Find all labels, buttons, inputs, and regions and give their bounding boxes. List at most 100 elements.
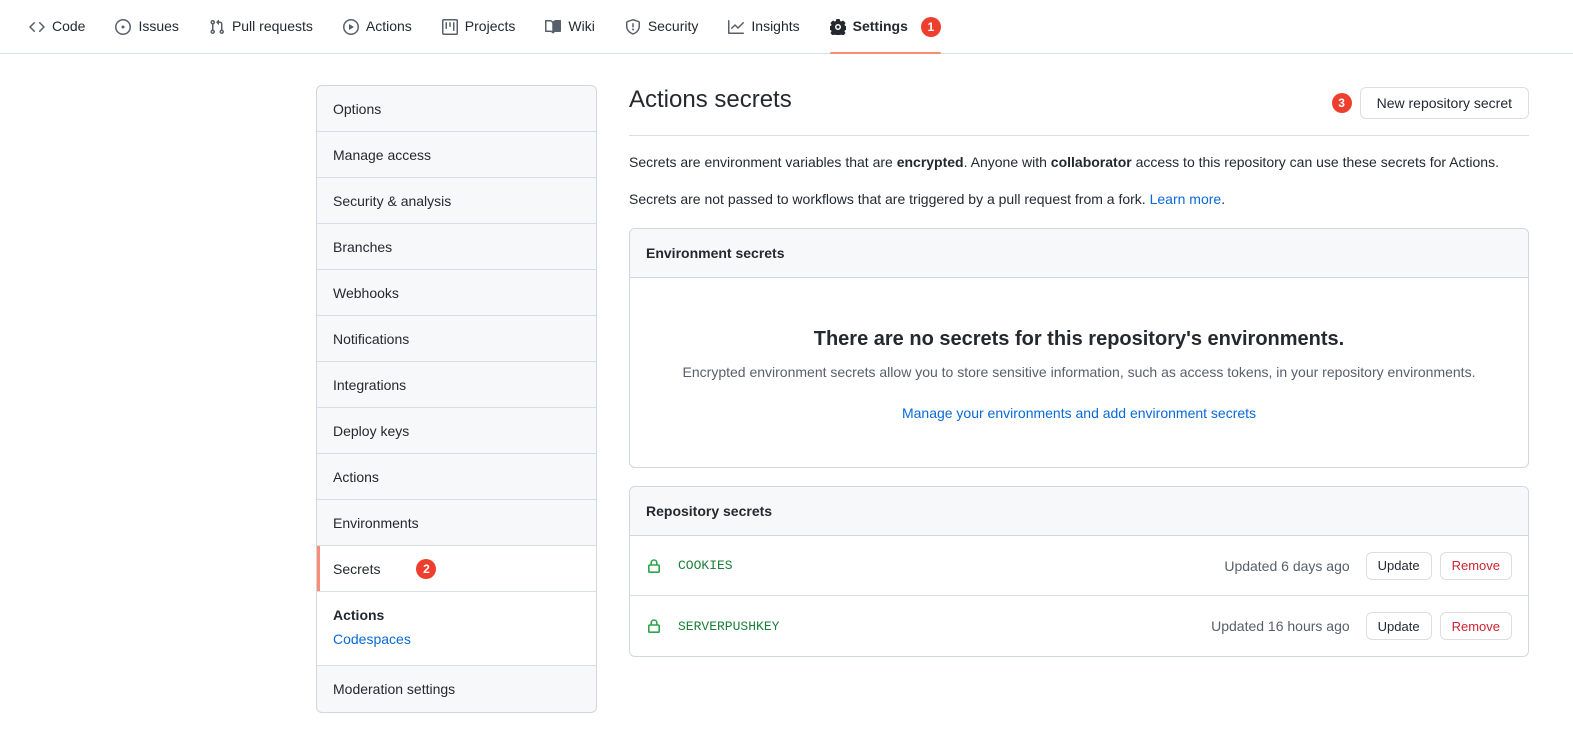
new-repository-secret-button[interactable]: New repository secret — [1359, 87, 1529, 119]
active-tab-underline — [829, 52, 941, 54]
sidebar-item-label: Options — [333, 100, 382, 117]
sidebar-item-label: Integrations — [333, 376, 407, 393]
sidebar-item-secrets[interactable]: Secrets 2 — [317, 546, 596, 592]
sidebar-item-label: Notifications — [333, 330, 410, 347]
nav-item-issues[interactable]: Issues — [100, 0, 193, 53]
page-header: Actions secrets 3 New repository secret — [629, 85, 1529, 136]
nav-item-security[interactable]: Security — [610, 0, 714, 53]
nav-item-label: Projects — [464, 18, 516, 34]
nav-item-wiki[interactable]: Wiki — [530, 0, 609, 53]
shield-icon — [625, 18, 641, 35]
environment-secrets-box: Environment secrets There are no secrets… — [629, 228, 1529, 468]
nav-item-actions[interactable]: Actions — [328, 0, 427, 53]
book-icon — [545, 19, 562, 35]
nav-item-label: Settings — [852, 18, 908, 34]
remove-secret-button[interactable]: Remove — [1439, 551, 1512, 580]
learn-more-link[interactable]: Learn more — [1150, 191, 1222, 207]
sidebar-item-label: Security & analysis — [333, 192, 452, 209]
page-title: Actions secrets — [629, 86, 792, 113]
nav-item-label: Insights — [751, 18, 800, 34]
nav-item-projects[interactable]: Projects — [427, 0, 531, 53]
nav-item-code[interactable]: Code — [14, 0, 100, 53]
secret-name-link[interactable]: SERVERPUSHKEY — [678, 619, 1211, 634]
new-secret-step-badge: 3 — [1331, 93, 1352, 113]
sidebar-item-label: Moderation settings — [333, 681, 456, 697]
sidebar-item-branches[interactable]: Branches — [317, 224, 596, 270]
sidebar-item-deploy-keys[interactable]: Deploy keys — [317, 408, 596, 454]
nav-item-label: Actions — [365, 18, 412, 34]
settings-layout: Options Manage access Security & analysi… — [316, 85, 1529, 713]
empty-state-title: There are no secrets for this repository… — [813, 328, 1345, 350]
play-icon — [342, 18, 359, 35]
empty-state-description: Encrypted environment secrets allow you … — [682, 364, 1476, 380]
lock-icon — [646, 618, 662, 634]
sidebar-item-integrations[interactable]: Integrations — [317, 362, 596, 408]
sidebar-item-options[interactable]: Options — [317, 86, 596, 132]
sidebar-item-manage-access[interactable]: Manage access — [317, 132, 596, 178]
intro-text-2a: Secrets are not passed to workflows that… — [629, 191, 1150, 207]
intro-paragraph-2: Secrets are not passed to workflows that… — [629, 189, 1529, 210]
sidebar-item-moderation-settings[interactable]: Moderation settings — [317, 666, 596, 712]
intro-text-1c: access to this repository can use these … — [1131, 154, 1499, 170]
git-pull-request-icon — [209, 19, 225, 35]
sidebar-item-label: Manage access — [333, 146, 432, 163]
update-secret-button[interactable]: Update — [1365, 612, 1432, 640]
lock-icon — [646, 558, 662, 574]
sidebar-secrets-subnav: Actions Codespaces — [317, 592, 596, 666]
nav-item-label: Security — [647, 18, 699, 34]
secret-updated-text: Updated 6 days ago — [1224, 557, 1350, 574]
page-header-actions: 3 New repository secret — [1331, 87, 1529, 119]
sidebar-item-webhooks[interactable]: Webhooks — [317, 270, 596, 316]
nav-item-label: Wiki — [568, 18, 595, 34]
secret-row-actions: Update Remove — [1365, 612, 1512, 640]
table-row: COOKIES Updated 6 days ago Update Remove — [630, 536, 1528, 596]
sidebar-item-label: Secrets — [333, 560, 381, 577]
sidebar-item-label: Webhooks — [333, 284, 399, 301]
secrets-counter-badge: 2 — [416, 558, 437, 579]
secrets-intro: Secrets are environment variables that a… — [629, 136, 1529, 210]
settings-main: Actions secrets 3 New repository secret … — [629, 85, 1529, 657]
nav-item-label: Issues — [138, 18, 179, 34]
table-row: SERVERPUSHKEY Updated 16 hours ago Updat… — [630, 596, 1528, 656]
intro-text-1a: Secrets are environment variables that a… — [629, 154, 897, 170]
sidebar-item-environments[interactable]: Environments — [317, 500, 596, 546]
environment-secrets-header: Environment secrets — [630, 229, 1528, 278]
repository-nav: Code Issues Pull requests Actions Projec — [0, 0, 1573, 54]
intro-paragraph-1: Secrets are environment variables that a… — [629, 152, 1529, 173]
code-icon — [29, 19, 45, 35]
secret-updated-text: Updated 16 hours ago — [1211, 618, 1350, 634]
sidebar-subitem-codespaces[interactable]: Codespaces — [333, 627, 580, 651]
nav-item-label: Pull requests — [231, 18, 313, 34]
sidebar-item-label: Deploy keys — [333, 422, 410, 439]
remove-secret-button[interactable]: Remove — [1439, 612, 1512, 640]
repository-secrets-header: Repository secrets — [630, 487, 1528, 536]
secret-name-link[interactable]: COOKIES — [678, 558, 1224, 573]
intro-bold-encrypted: encrypted — [896, 154, 964, 170]
settings-sidebar: Options Manage access Security & analysi… — [316, 85, 597, 713]
issue-opened-icon — [115, 18, 132, 35]
sidebar-item-security-analysis[interactable]: Security & analysis — [317, 178, 596, 224]
settings-counter-badge: 1 — [920, 16, 941, 37]
intro-text-2b: . — [1221, 191, 1226, 207]
sidebar-item-label: Branches — [333, 238, 393, 255]
sidebar-item-actions[interactable]: Actions — [317, 454, 596, 500]
intro-bold-collaborator: collaborator — [1050, 154, 1132, 170]
manage-environments-link[interactable]: Manage your environments and add environ… — [902, 405, 1256, 421]
nav-item-label: Code — [52, 18, 86, 34]
gear-icon — [829, 18, 846, 35]
project-icon — [441, 18, 458, 35]
intro-text-1b: . Anyone with — [963, 154, 1051, 170]
sidebar-item-notifications[interactable]: Notifications — [317, 316, 596, 362]
repository-nav-list: Code Issues Pull requests Actions Projec — [14, 0, 956, 54]
sidebar-item-label: Actions — [333, 468, 379, 485]
nav-item-insights[interactable]: Insights — [713, 0, 814, 53]
sidebar-item-label: Environments — [333, 514, 419, 531]
page-body: Options Manage access Security & analysi… — [0, 54, 1573, 713]
sidebar-subitem-actions[interactable]: Actions — [333, 603, 580, 627]
environment-secrets-empty-state: There are no secrets for this repository… — [630, 278, 1528, 467]
nav-item-settings[interactable]: Settings 1 — [815, 0, 956, 54]
secret-row-actions: Update Remove — [1365, 551, 1512, 580]
update-secret-button[interactable]: Update — [1365, 551, 1432, 580]
graph-icon — [728, 19, 745, 35]
nav-item-pull-requests[interactable]: Pull requests — [194, 0, 328, 53]
